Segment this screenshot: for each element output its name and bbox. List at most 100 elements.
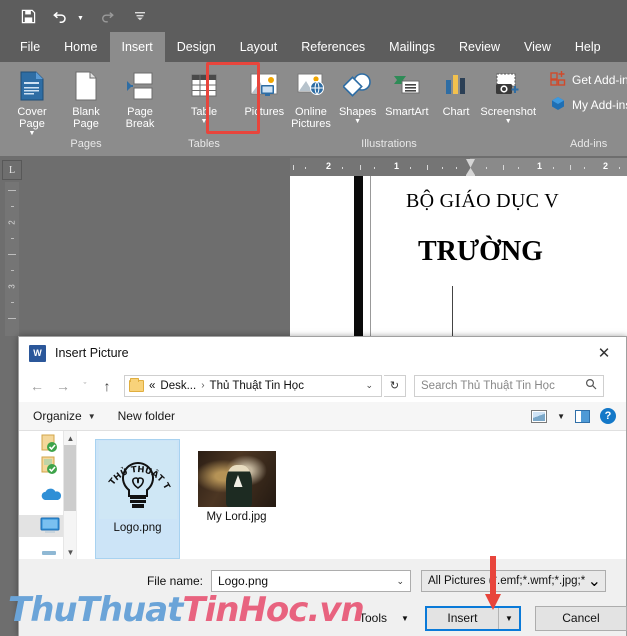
nav-pane-scrollbar[interactable]: ▲ ▼ [63,431,76,559]
shapes-label: Shapes [338,106,377,118]
tools-caret-icon[interactable]: ▼ [401,614,409,623]
back-icon[interactable]: ← [25,374,49,398]
tab-insert[interactable]: Insert [109,32,165,62]
tab-help[interactable]: Help [563,32,613,62]
watermark: ThuThuatTinHoc.vn [8,590,365,630]
onedrive-icon[interactable] [39,487,65,509]
file-name-input[interactable]: Logo.png ⌄ [211,570,411,592]
vertical-ruler[interactable]: 2 3 [5,182,19,336]
online-pictures-button[interactable]: Online Pictures [289,66,334,130]
pictures-folder-icon[interactable] [39,455,65,477]
navigation-pane[interactable]: ▲ ▼ [19,431,77,559]
file-thumbnail: THỦ THUẬT TIN HỌC [95,434,178,520]
refresh-icon[interactable]: ↻ [384,374,406,397]
tab-home[interactable]: Home [52,32,109,62]
network-icon[interactable] [39,543,65,559]
breadcrumb-parent[interactable]: Desk... [160,380,196,392]
tab-stop-selector[interactable]: L [2,160,22,180]
shapes-caret-icon[interactable]: ▼ [354,118,361,125]
help-icon[interactable]: ? [600,408,616,424]
list-item[interactable]: My Lord.jpg [194,449,279,559]
screenshot-caret-icon[interactable]: ▼ [505,118,512,125]
file-list-pane[interactable]: THỦ THUẬT TIN HỌC Logo.png [77,431,626,559]
file-name-caret-icon[interactable]: ⌄ [394,576,406,587]
online-pictures-icon [296,69,326,103]
get-addins-button[interactable]: Get Add-ins [550,70,627,89]
page-break-button[interactable]: Page Break [114,66,166,130]
documents-folder-icon[interactable] [39,433,65,455]
tab-mailings[interactable]: Mailings [377,32,447,62]
photo-thumbnail [197,451,276,507]
page-break-label: Page Break [125,106,155,130]
logo-thumbnail: THỦ THUẬT TIN HỌC [95,434,177,519]
save-icon[interactable] [18,6,38,26]
search-input[interactable]: Search Thủ Thuật Tin Học [414,374,604,397]
smartart-button[interactable]: SmartArt [382,66,432,118]
table-caret-icon[interactable]: ▼ [201,118,208,125]
view-options-icon[interactable] [531,409,548,423]
breadcrumb-caret-icon[interactable]: ⌄ [359,380,379,391]
breadcrumb-prefix: « [149,379,156,392]
screenshot-button[interactable]: Screenshot ▼ [480,66,536,125]
tab-references[interactable]: References [289,32,377,62]
document-vertical-rule [354,176,363,336]
scroll-down-icon[interactable]: ▼ [64,545,76,559]
svg-text:THỦ THUẬT TIN HỌC: THỦ THUẬT TIN HỌC [99,441,172,491]
ribbon-tab-strip: File Home Insert Design Layout Reference… [0,32,627,62]
screenshot-icon [493,69,523,103]
group-label-pages: Pages [70,138,102,150]
customize-qat-icon[interactable] [130,6,150,26]
undo-dropdown-caret[interactable]: ▼ [77,10,84,22]
breadcrumb[interactable]: « Desk... › Thủ Thuật Tin Học ⌄ [124,374,382,397]
file-type-select[interactable]: All Pictures (*.emf;*.wmf;*.jpg;* ⌄ [421,570,606,592]
cover-page-button[interactable]: Cover Page ▼ [6,66,58,137]
tab-file[interactable]: File [8,32,52,62]
ribbon-content: Cover Page ▼ Blank Page Page Break Pages [0,62,627,156]
file-name-field-label: File name: [146,574,203,588]
my-addins-button[interactable]: My Add-ins ▼ [550,95,627,114]
dialog-toolbar: Organize ▼ New folder ▼ ? [19,402,626,431]
blank-page-label: Blank Page [72,106,100,130]
organize-caret-icon[interactable]: ▼ [88,412,96,421]
screenshot-label: Screenshot [480,106,537,118]
blank-page-button[interactable]: Blank Page [60,66,112,130]
tools-button[interactable]: Tools ▼ [359,611,409,625]
forward-icon[interactable]: → [51,374,75,398]
quick-access-toolbar: ▼ [0,0,627,32]
shapes-icon [342,69,373,103]
tab-review[interactable]: Review [447,32,512,62]
preview-pane-icon[interactable] [575,409,590,423]
close-icon[interactable]: ✕ [582,337,626,369]
cancel-button[interactable]: Cancel [534,605,627,631]
chart-button[interactable]: Chart [434,66,479,118]
group-label-addins: Add-ins [569,138,608,150]
insert-button[interactable]: Insert ▼ [424,605,521,631]
breadcrumb-current[interactable]: Thủ Thuật Tin Học [210,380,304,392]
file-type-caret-icon[interactable]: ⌄ [588,571,601,591]
tab-layout[interactable]: Layout [228,32,290,62]
this-pc-icon[interactable] [39,517,65,539]
list-item[interactable]: THỦ THUẬT TIN HỌC Logo.png [95,434,180,559]
dialog-title-label: Insert Picture [55,346,129,360]
scrollbar-thumb[interactable] [64,445,76,511]
document-page[interactable]: BỘ GIÁO DỤC V TRƯỜNG [290,176,627,336]
view-options-caret-icon[interactable]: ▼ [557,412,565,421]
hruler-tick-left-1: 1 [394,161,400,171]
table-button[interactable]: Table ▼ [178,66,230,125]
vruler-tick-2: 2 [7,220,17,225]
organize-button[interactable]: Organize [33,409,88,423]
recent-locations-icon[interactable]: ˇ [77,374,93,398]
cover-page-caret-icon[interactable]: ▼ [29,130,36,137]
tab-design[interactable]: Design [165,32,228,62]
new-folder-button[interactable]: New folder [118,409,181,423]
shapes-button[interactable]: Shapes ▼ [335,66,380,125]
tab-view[interactable]: View [512,32,563,62]
file-name-label: Logo.png [113,522,162,534]
undo-icon[interactable] [51,6,71,26]
horizontal-ruler[interactable]: 2 1 1 2 [290,158,627,181]
up-icon[interactable]: ↑ [95,374,119,398]
dialog-title-bar[interactable]: W Insert Picture ✕ [19,337,626,369]
pictures-button[interactable]: Pictures [242,66,287,118]
pictures-label: Pictures [244,106,285,118]
scroll-up-icon[interactable]: ▲ [64,431,76,445]
